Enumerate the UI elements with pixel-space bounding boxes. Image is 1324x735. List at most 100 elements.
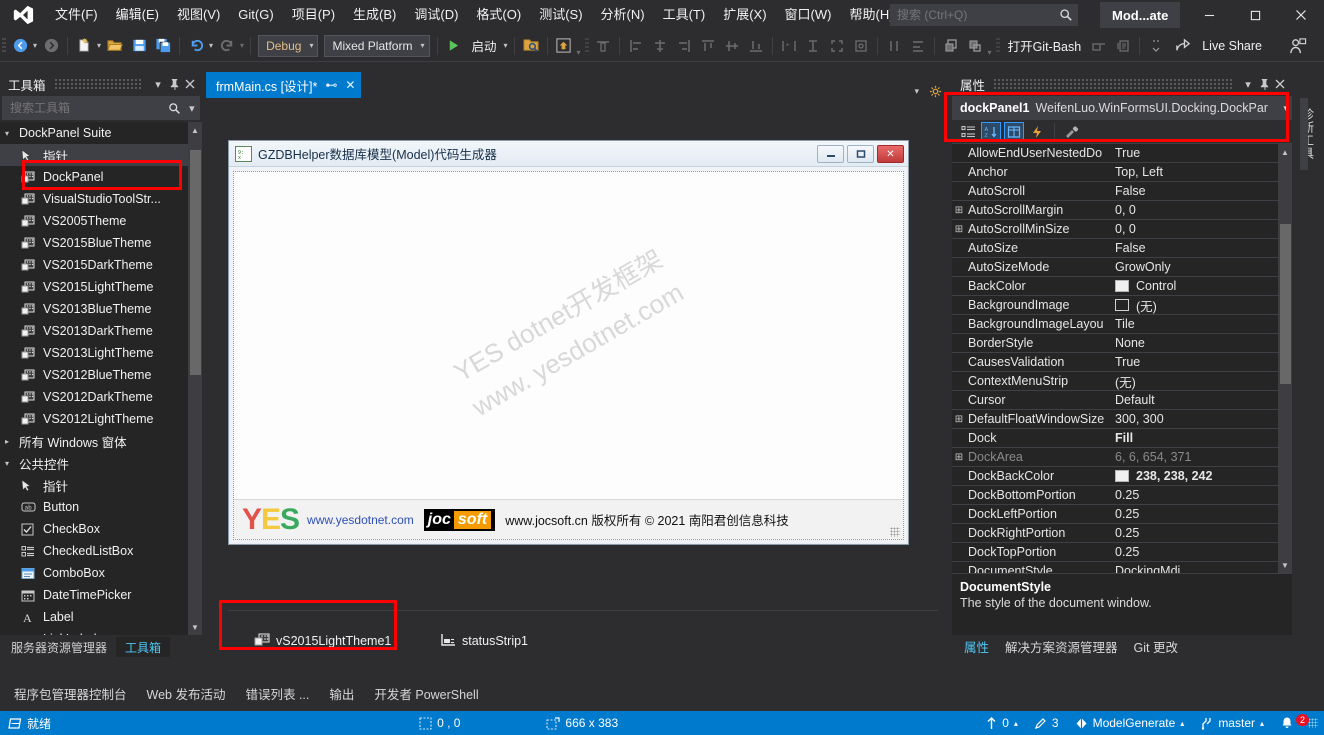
new-file-icon[interactable] — [72, 34, 96, 58]
property-value[interactable]: True — [1110, 355, 1292, 369]
property-row[interactable]: BorderStyle None — [952, 334, 1292, 353]
property-value-cell[interactable]: (无) — [1110, 296, 1292, 315]
toolbox-item-vs2013lighttheme[interactable]: VS2013LightTheme — [0, 342, 202, 364]
menu-edit[interactable]: 编辑(E) — [107, 0, 168, 30]
status-notifications[interactable]: 2 — [1272, 714, 1310, 730]
toolbox-item-vs2012bluetheme[interactable]: VS2012BlueTheme — [0, 364, 202, 386]
property-row[interactable]: BackgroundImageLayou Tile — [952, 315, 1292, 334]
layout-dropdown-icon[interactable]: ▾ — [988, 48, 992, 57]
properties-object-selector[interactable]: dockPanel1 WeifenLuo.WinFormsUI.Docking.… — [952, 96, 1292, 120]
property-row[interactable]: DockRightPortion 0.25 — [952, 524, 1292, 543]
form-minimize-button[interactable] — [817, 145, 844, 163]
property-row[interactable]: Anchor Top, Left — [952, 163, 1292, 182]
menu-analyze[interactable]: 分析(N) — [592, 0, 654, 30]
property-row[interactable]: ⊞ DefaultFloatWindowSize 300, 300 — [952, 410, 1292, 429]
search-input[interactable] — [891, 8, 1055, 22]
property-value[interactable]: Fill — [1110, 431, 1292, 445]
property-row[interactable]: AllowEndUserNestedDo True — [952, 144, 1292, 163]
tab-server-explorer[interactable]: 服务器资源管理器 — [2, 637, 116, 657]
navigate-back-icon[interactable] — [8, 34, 32, 58]
property-row[interactable]: DockLeftPortion 0.25 — [952, 505, 1292, 524]
play-icon[interactable] — [442, 34, 466, 58]
menu-git[interactable]: Git(G) — [229, 0, 282, 30]
toolbox-item-vs2015bluetheme[interactable]: VS2015BlueTheme — [0, 232, 202, 254]
toolbox-search[interactable]: ▾ — [2, 96, 200, 120]
toolbox-item-checkbox[interactable]: CheckBox — [0, 518, 202, 540]
properties-scrollbar[interactable]: ▲ ▼ — [1278, 144, 1292, 573]
chevron-down-icon[interactable]: ▾ — [150, 75, 166, 93]
menu-file[interactable]: 文件(F) — [46, 0, 107, 30]
form-client-area[interactable]: YES dotnet开发框架 www. yesdotnet.com Y E S … — [233, 171, 904, 540]
new-file-dropdown-icon[interactable]: ▾ — [97, 41, 101, 50]
winform-preview[interactable]: 9: x GZDBHelper数据库模型(Model)代码生成器 ✕ YES d… — [228, 140, 909, 545]
start-dropdown-icon[interactable]: ▾ — [504, 41, 508, 50]
property-value[interactable]: 0.25 — [1110, 526, 1292, 540]
menu-extensions[interactable]: 扩展(X) — [714, 0, 775, 30]
status-repository[interactable]: ModelGenerate ▴ — [1067, 716, 1193, 730]
form-resize-grip[interactable] — [890, 527, 900, 537]
chevron-down-icon[interactable]: ▾ — [1240, 75, 1256, 93]
menu-project[interactable]: 项目(P) — [283, 0, 344, 30]
toolbox-search-input[interactable] — [3, 101, 165, 115]
toolbox-item-visualstudiotoolstrip[interactable]: VisualStudioToolStr... — [0, 188, 202, 210]
tab-package-manager-console[interactable]: 程序包管理器控制台 — [4, 684, 137, 703]
toolbox-item-vs2012darktheme[interactable]: VS2012DarkTheme — [0, 386, 202, 408]
form-maximize-button[interactable] — [847, 145, 874, 163]
property-row[interactable]: AutoSizeMode GrowOnly — [952, 258, 1292, 277]
categorized-icon[interactable] — [958, 122, 978, 142]
menu-format[interactable]: 格式(O) — [467, 0, 530, 30]
toolbox-item-datetimepicker[interactable]: DateTimePicker — [0, 584, 202, 606]
property-row[interactable]: CausesValidation True — [952, 353, 1292, 372]
toolbox-item-vs2012lighttheme[interactable]: VS2012LightTheme — [0, 408, 202, 430]
property-value[interactable]: Top, Left — [1110, 165, 1292, 179]
solution-platform-combo[interactable]: Mixed Platform ▾ — [324, 34, 430, 57]
yesdotnet-url[interactable]: www.yesdotnet.com — [307, 513, 414, 527]
toolbox-item-pointer-common[interactable]: 指针 — [0, 474, 202, 496]
property-value[interactable]: None — [1110, 336, 1292, 350]
toolbox-item-vs2005theme[interactable]: VS2005Theme — [0, 210, 202, 232]
scroll-down-icon[interactable]: ▼ — [188, 619, 202, 635]
property-row[interactable]: DockTopPortion 0.25 — [952, 543, 1292, 562]
menu-test[interactable]: 测试(S) — [530, 0, 591, 30]
status-branch[interactable]: master ▴ — [1192, 716, 1272, 730]
toolbox-scroll-thumb[interactable] — [190, 150, 201, 375]
pin-icon[interactable] — [166, 75, 182, 93]
open-file-icon[interactable] — [103, 34, 127, 58]
property-value[interactable]: (无) — [1110, 372, 1292, 391]
form-close-button[interactable]: ✕ — [877, 145, 904, 163]
folder-search-icon[interactable] — [519, 34, 543, 58]
close-icon[interactable] — [1272, 75, 1288, 93]
menu-view[interactable]: 视图(V) — [168, 0, 229, 30]
property-value[interactable]: True — [1110, 146, 1292, 160]
events-icon[interactable] — [1027, 122, 1047, 142]
property-row[interactable]: AutoSize False — [952, 239, 1292, 258]
open-git-bash-button[interactable]: 打开Git-Bash — [1002, 36, 1088, 55]
save-all-icon[interactable] — [151, 34, 175, 58]
property-value-cell[interactable]: Control — [1110, 279, 1292, 293]
toolbox-item-label[interactable]: A Label — [0, 606, 202, 628]
menu-window[interactable]: 窗口(W) — [776, 0, 841, 30]
toolbox-group-all-windows-forms[interactable]: ▸ 所有 Windows 窗体 — [0, 430, 202, 452]
toolbox-item-linklabel[interactable]: A LinkLabel — [0, 628, 202, 635]
status-pending-changes[interactable]: 3 — [1026, 716, 1067, 730]
toolbox-group-common-controls[interactable]: ▾ 公共控件 — [0, 452, 202, 474]
toolbox-item-vs2015lighttheme[interactable]: VS2015LightTheme — [0, 276, 202, 298]
pin-icon[interactable] — [1256, 75, 1272, 93]
property-row[interactable]: ⊞ AutoScrollMinSize 0, 0 — [952, 220, 1292, 239]
chevron-down-icon[interactable]: ▾ — [914, 86, 919, 97]
toolbox-search-options-icon[interactable]: ▾ — [185, 99, 199, 117]
property-row[interactable]: DocumentStyle DockingMdi — [952, 562, 1292, 573]
property-value[interactable]: False — [1110, 241, 1292, 255]
form-statusstrip[interactable]: Y E S www.yesdotnet.com joc soft www.joc… — [234, 499, 903, 539]
home-frame-icon[interactable] — [552, 34, 576, 58]
property-row[interactable]: Cursor Default — [952, 391, 1292, 410]
property-value[interactable]: False — [1110, 184, 1292, 198]
property-value-cell[interactable]: 238, 238, 242 — [1110, 469, 1292, 483]
properties-scroll-thumb[interactable] — [1280, 224, 1291, 384]
property-pages-icon[interactable] — [1062, 122, 1082, 142]
toolbar-grip-2[interactable] — [583, 36, 591, 56]
tray-item-statusstrip1[interactable]: statusStrip1 — [440, 633, 528, 648]
project-name-badge[interactable]: Mod...ate — [1100, 2, 1181, 28]
toolbox-item-combobox[interactable]: ComboBox — [0, 562, 202, 584]
tab-solution-explorer[interactable]: 解决方案资源管理器 — [999, 637, 1124, 656]
